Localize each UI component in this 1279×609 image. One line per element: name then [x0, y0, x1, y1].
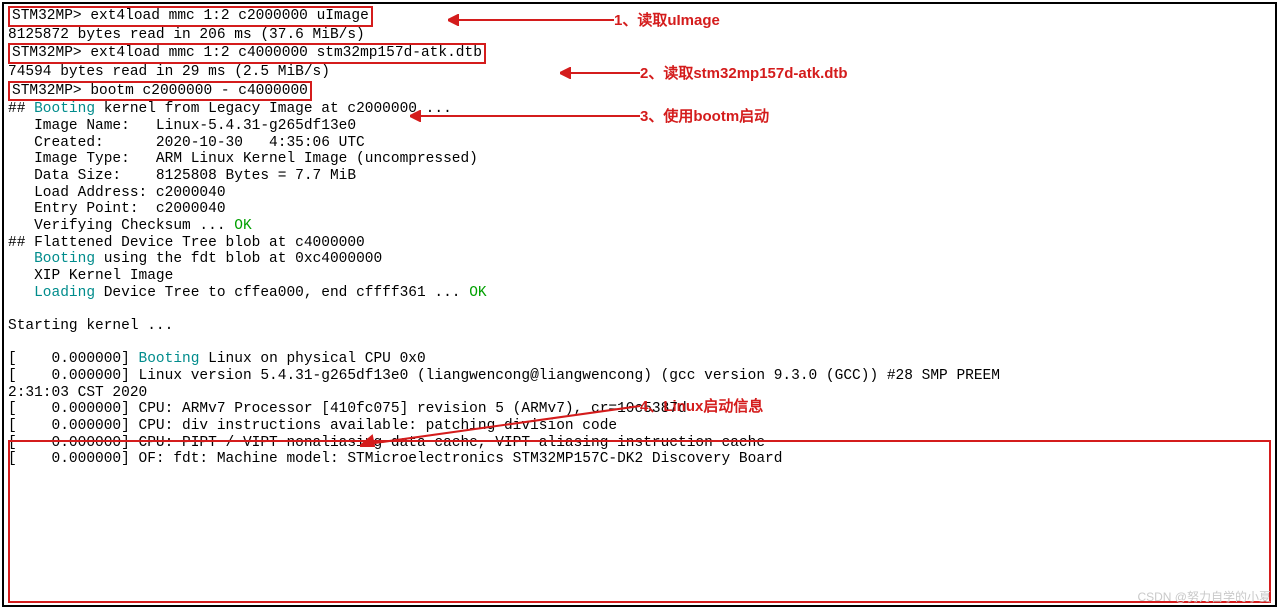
output-line: Verifying Checksum ... OK: [8, 218, 1271, 235]
status-ok: OK: [469, 285, 486, 301]
keyword-booting: Booting: [34, 101, 95, 117]
keyword-booting: Booting: [139, 351, 200, 367]
output-line: Booting using the fdt blob at 0xc4000000: [8, 251, 1271, 268]
keyword-booting: Booting: [34, 251, 95, 267]
kernel-line: [ 0.000000] Linux version 5.4.31-g265df1…: [8, 368, 1271, 385]
cmd-box-3: STM32MP> bootm c2000000 - c4000000: [8, 81, 312, 102]
arrow-3: [410, 110, 640, 122]
output-line: Created: 2020-10-30 4:35:06 UTC: [8, 135, 1271, 152]
prompt: STM32MP>: [12, 8, 90, 24]
blank-line: [8, 335, 1271, 352]
command-text: ext4load mmc 1:2 c2000000 uImage: [90, 8, 368, 24]
command-text: ext4load mmc 1:2 c4000000 stm32mp157d-at…: [90, 45, 482, 61]
output-start-kernel: Starting kernel ...: [8, 318, 1271, 335]
cmd-box-1: STM32MP> ext4load mmc 1:2 c2000000 uImag…: [8, 6, 373, 27]
blank-line: [8, 301, 1271, 318]
output-line: Load Address: c2000040: [8, 185, 1271, 202]
output-line: Loading Device Tree to cffea000, end cff…: [8, 285, 1271, 302]
keyword-loading: Loading: [34, 285, 95, 301]
output-line: Image Type: ARM Linux Kernel Image (unco…: [8, 151, 1271, 168]
prompt: STM32MP>: [12, 45, 90, 61]
annotation-4: 4、Linux启动信息: [640, 398, 763, 415]
output-line: ## Flattened Device Tree blob at c400000…: [8, 235, 1271, 252]
annotation-1: 1、读取uImage: [614, 12, 720, 29]
status-ok: OK: [234, 218, 251, 234]
cmd-line-3: STM32MP> bootm c2000000 - c4000000: [8, 81, 1271, 102]
cmd-box-2: STM32MP> ext4load mmc 1:2 c4000000 stm32…: [8, 43, 486, 64]
command-text: bootm c2000000 - c4000000: [90, 83, 308, 99]
output-line: XIP Kernel Image: [8, 268, 1271, 285]
arrow-4: [360, 400, 640, 450]
terminal-window: STM32MP> ext4load mmc 1:2 c2000000 uImag…: [2, 2, 1277, 607]
kernel-line: [ 0.000000] Booting Linux on physical CP…: [8, 351, 1271, 368]
arrow-2: [560, 67, 640, 79]
kernel-line: [ 0.000000] OF: fdt: Machine model: STMi…: [8, 451, 1271, 468]
annotation-2: 2、读取stm32mp157d-atk.dtb: [640, 65, 848, 82]
watermark: CSDN @努力自学的小夏: [1137, 591, 1271, 605]
cmd-line-2: STM32MP> ext4load mmc 1:2 c4000000 stm32…: [8, 43, 1271, 64]
annotation-3: 3、使用bootm启动: [640, 108, 769, 125]
output-line: Entry Point: c2000040: [8, 201, 1271, 218]
output-line: Data Size: 8125808 Bytes = 7.7 MiB: [8, 168, 1271, 185]
prompt: STM32MP>: [12, 83, 90, 99]
arrow-1: [448, 14, 614, 26]
